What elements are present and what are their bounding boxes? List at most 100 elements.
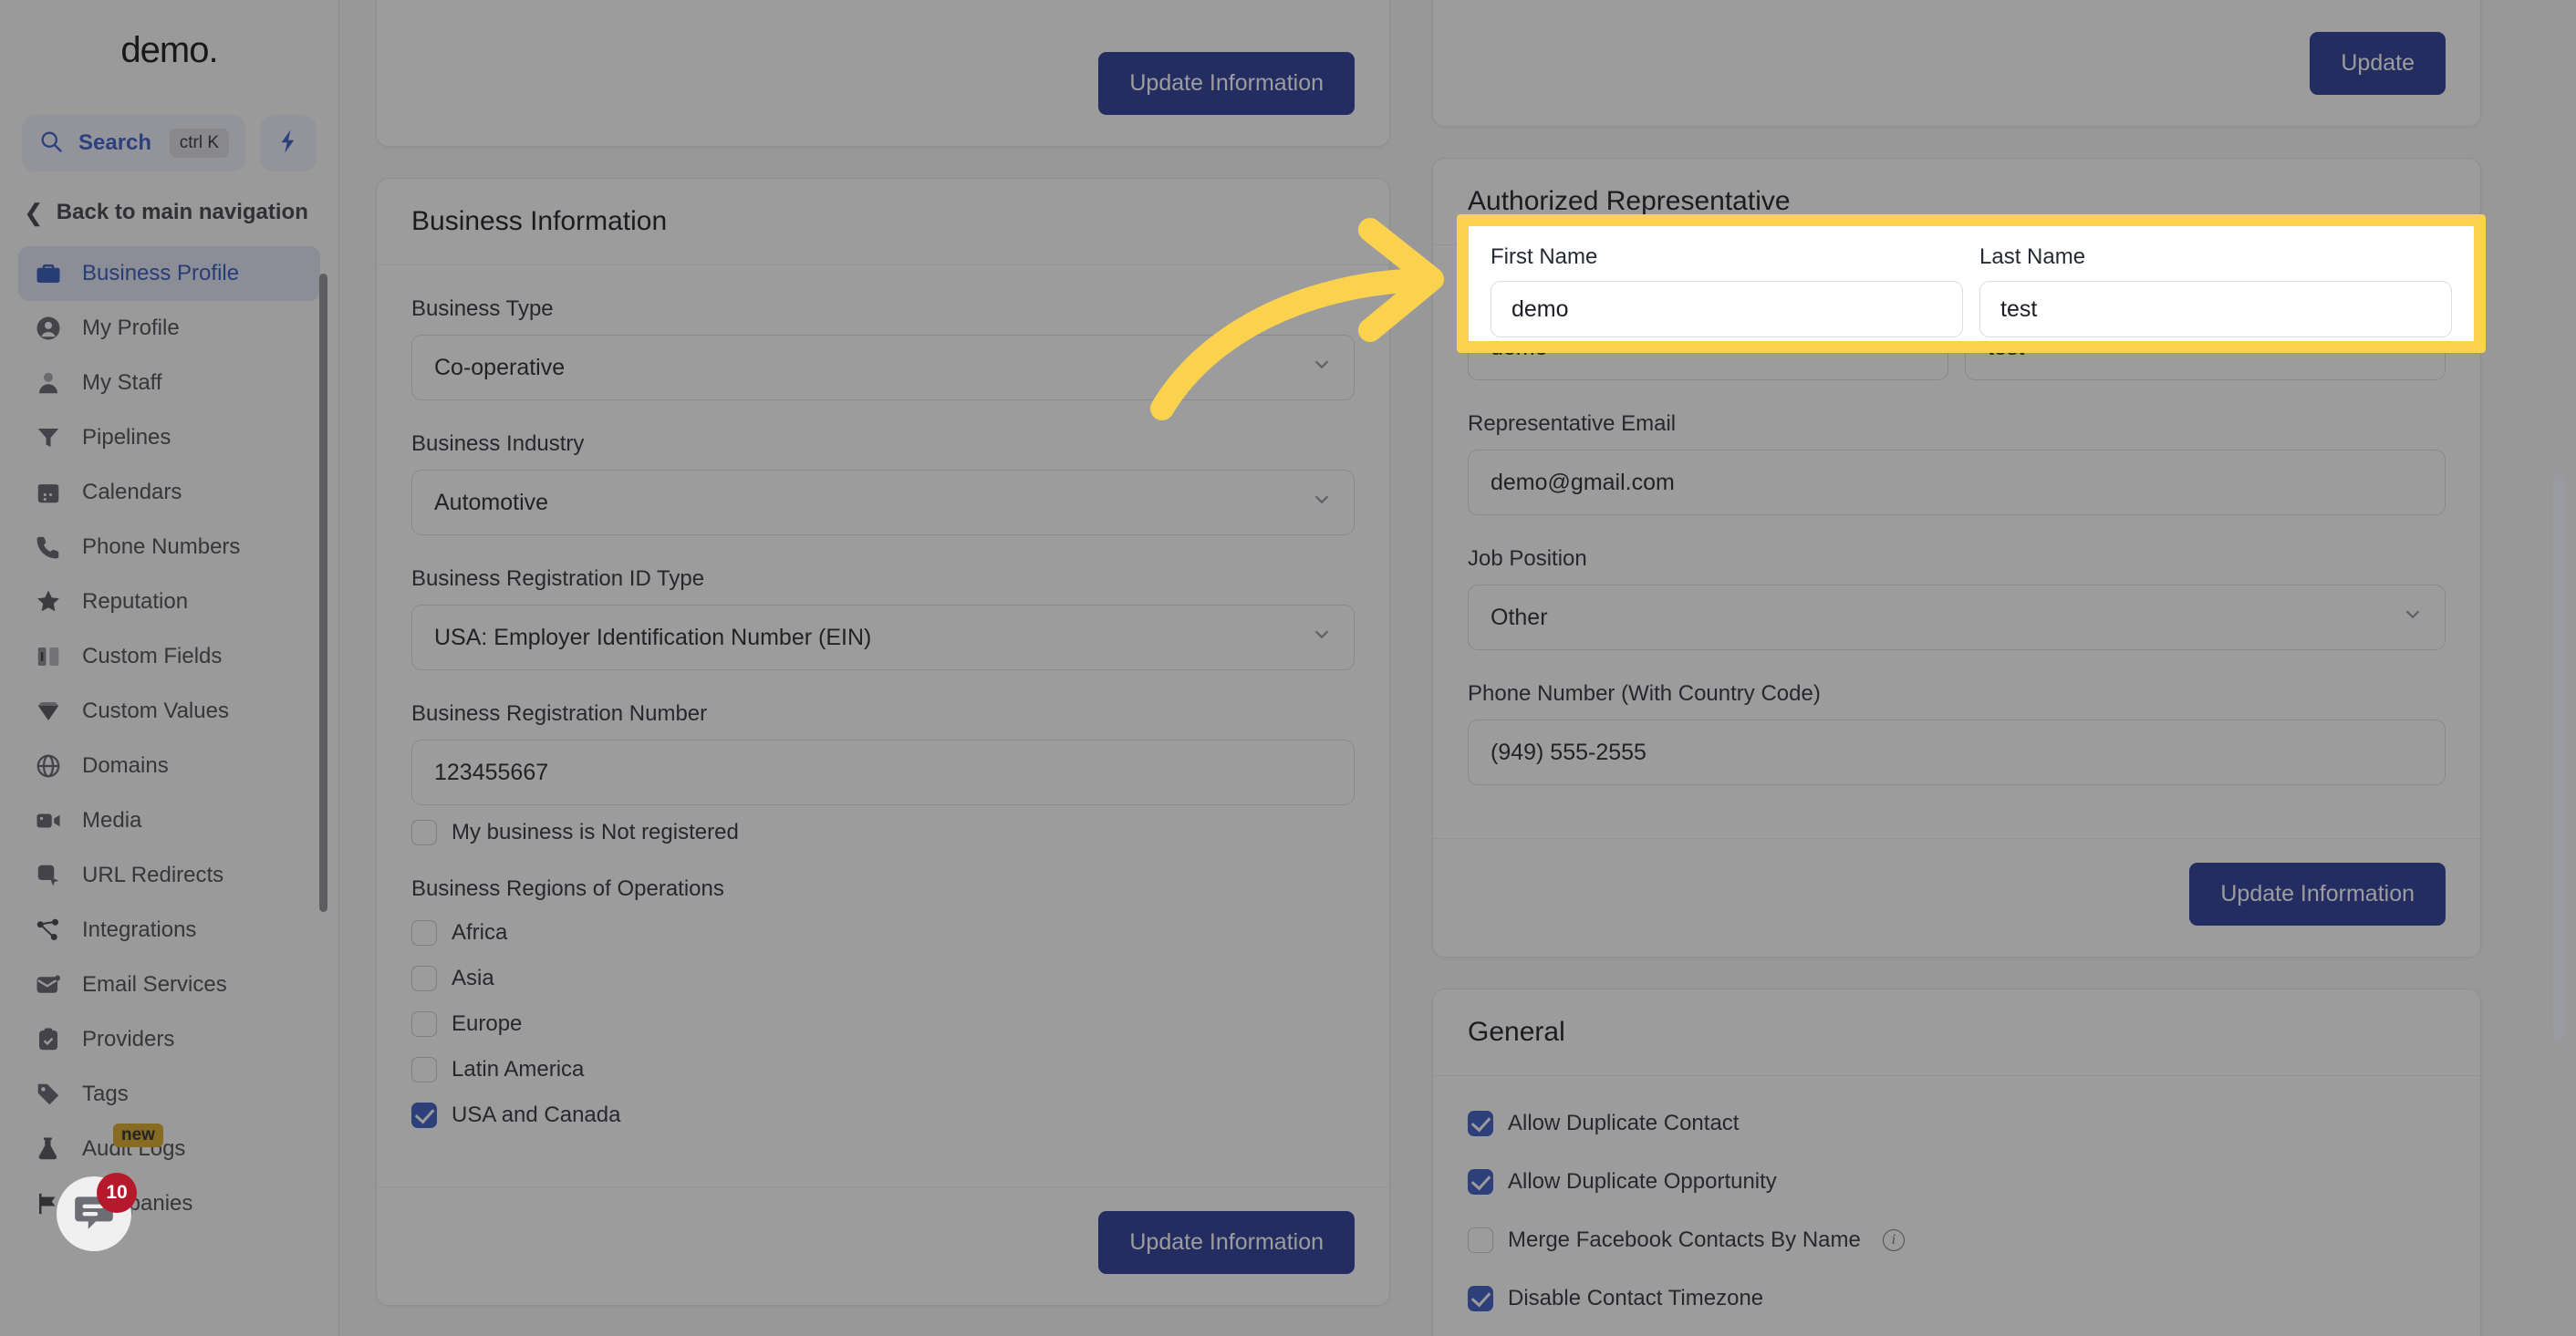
allow-duplicate-contact-checkbox[interactable] (1468, 1111, 1493, 1136)
region-europe-row[interactable]: Europe (411, 1011, 1355, 1037)
disable-contact-timezone-checkbox[interactable] (1468, 1286, 1493, 1311)
region-asia-checkbox[interactable] (411, 966, 437, 991)
sidebar-item-email-services[interactable]: Email Services (18, 958, 320, 1012)
general-option-label: Merge Facebook Contacts By Name (1508, 1227, 1861, 1252)
flask-icon (33, 1134, 64, 1165)
sidebar-item-custom-values[interactable]: Custom Values (18, 684, 320, 739)
cursor-click-icon (33, 860, 64, 891)
region-label: Europe (452, 1011, 523, 1036)
sidebar-item-reputation[interactable]: Reputation (18, 575, 320, 629)
sidebar-nav-list: Business Profile My Profile My Staff Pip… (0, 246, 338, 1231)
region-label: USA and Canada (452, 1103, 621, 1127)
columns-icon (33, 641, 64, 672)
general-title: General (1433, 989, 2480, 1076)
sidebar-item-label: Integrations (82, 917, 197, 942)
sidebar-item-domains[interactable]: Domains (18, 739, 320, 793)
update-button[interactable]: Update (2310, 32, 2446, 95)
sidebar-item-label: Pipelines (82, 425, 171, 450)
business-registration-number-input[interactable]: 123455667 (411, 740, 1355, 805)
user-circle-icon (33, 313, 64, 344)
sidebar-item-phone-numbers[interactable]: Phone Numbers (18, 520, 320, 575)
region-usa-canada-checkbox[interactable] (411, 1103, 437, 1128)
representative-email-input[interactable]: demo@gmail.com (1468, 450, 2446, 515)
page-scrollbar[interactable] (2553, 474, 2565, 1040)
not-registered-label: My business is Not registered (452, 820, 739, 844)
sidebar-item-label: Custom Values (82, 699, 229, 723)
first-name-value: demo (1511, 295, 1569, 322)
region-europe-checkbox[interactable] (411, 1011, 437, 1037)
region-africa-row[interactable]: Africa (411, 920, 1355, 946)
merge-facebook-contacts-row[interactable]: Merge Facebook Contacts By Name i (1468, 1227, 2446, 1253)
star-icon (33, 586, 64, 617)
allow-duplicate-opportunity-row[interactable]: Allow Duplicate Opportunity (1468, 1169, 2446, 1195)
sidebar-item-tags[interactable]: Tags (18, 1067, 320, 1122)
sidebar-item-calendars[interactable]: Calendars (18, 465, 320, 520)
last-name-value: test (2000, 295, 2038, 322)
last-name-input[interactable]: test (1979, 281, 2452, 337)
top-card-footer: Update Information (377, 28, 1389, 146)
region-latin-america-row[interactable]: Latin America (411, 1057, 1355, 1082)
job-position-select[interactable]: Other (1468, 585, 2446, 650)
sidebar-search-row: Search ctrl K (0, 115, 338, 171)
business-registration-number-value: 123455667 (434, 759, 549, 785)
chevron-down-icon (1310, 488, 1334, 518)
region-africa-checkbox[interactable] (411, 920, 437, 946)
sidebar-item-custom-fields[interactable]: Custom Fields (18, 629, 320, 684)
merge-facebook-contacts-checkbox[interactable] (1468, 1227, 1493, 1253)
share-nodes-icon (33, 915, 64, 946)
region-label: Latin America (452, 1057, 585, 1082)
general-option-label: Allow Duplicate Contact (1508, 1111, 1740, 1135)
not-registered-checkbox[interactable] (411, 820, 437, 845)
back-nav-label: Back to main navigation (56, 200, 308, 224)
allow-duplicate-opportunity-checkbox[interactable] (1468, 1169, 1493, 1195)
funnel-icon (33, 422, 64, 453)
not-registered-checkbox-row[interactable]: My business is Not registered (411, 820, 1355, 845)
update-information-button[interactable]: Update Information (1098, 1211, 1355, 1274)
business-information-footer: Update Information (377, 1186, 1389, 1305)
phone-number-field: Phone Number (With Country Code) (949) 5… (1468, 681, 2446, 785)
sidebar-item-integrations[interactable]: Integrations (18, 903, 320, 958)
info-icon[interactable]: i (1882, 1229, 1905, 1251)
search-input[interactable]: Search ctrl K (22, 115, 245, 171)
sidebar-item-media[interactable]: Media (18, 793, 320, 848)
quick-action-button[interactable] (260, 115, 317, 171)
sidebar-item-providers[interactable]: Providers (18, 1012, 320, 1067)
app-window: demo. Search ctrl K ❮ Back to main navig… (0, 0, 2576, 1336)
general-card: General Allow Duplicate Contact Allow Du… (1432, 989, 2481, 1336)
back-to-main-navigation[interactable]: ❮ Back to main navigation (0, 184, 338, 241)
search-shortcut-badge: ctrl K (169, 129, 229, 158)
search-icon (38, 129, 64, 159)
region-label: Asia (452, 966, 494, 990)
update-information-button[interactable]: Update Information (2189, 863, 2446, 926)
first-name-label: First Name (1491, 244, 1598, 269)
clipboard-check-icon (33, 1024, 64, 1055)
business-industry-select[interactable]: Automotive (411, 470, 1355, 535)
sidebar-item-url-redirects[interactable]: URL Redirects (18, 848, 320, 903)
region-usa-canada-row[interactable]: USA and Canada (411, 1103, 1355, 1128)
job-position-label: Job Position (1468, 546, 1587, 571)
update-information-button[interactable]: Update Information (1098, 52, 1355, 115)
brand-logo: demo. (0, 0, 338, 100)
chat-widget-button[interactable]: 10 (57, 1173, 137, 1251)
sidebar-item-business-profile[interactable]: Business Profile (18, 246, 320, 301)
allow-duplicate-contact-row[interactable]: Allow Duplicate Contact (1468, 1111, 2446, 1136)
search-placeholder: Search (78, 130, 152, 155)
region-asia-row[interactable]: Asia (411, 966, 1355, 991)
sidebar-item-label: My Profile (82, 316, 180, 340)
general-body: Allow Duplicate Contact Allow Duplicate … (1433, 1076, 2480, 1336)
general-option-label: Allow Duplicate Opportunity (1508, 1169, 1777, 1194)
phone-number-input[interactable]: (949) 555-2555 (1468, 720, 2446, 785)
first-name-input[interactable]: demo (1491, 281, 1963, 337)
disable-contact-timezone-row[interactable]: Disable Contact Timezone (1468, 1286, 2446, 1311)
region-latin-america-checkbox[interactable] (411, 1057, 437, 1082)
video-camera-icon (33, 805, 64, 836)
business-type-value: Co-operative (434, 354, 566, 380)
sidebar-item-label: Reputation (82, 589, 189, 614)
sidebar-item-audit-logs[interactable]: new Audit Logs (18, 1122, 320, 1176)
business-registration-id-type-select[interactable]: USA: Employer Identification Number (EIN… (411, 605, 1355, 670)
sidebar-item-my-staff[interactable]: My Staff (18, 356, 320, 410)
sidebar-item-my-profile[interactable]: My Profile (18, 301, 320, 356)
sidebar-scrollbar[interactable] (319, 274, 327, 912)
sidebar-item-pipelines[interactable]: Pipelines (18, 410, 320, 465)
sidebar-item-label: Custom Fields (82, 644, 223, 668)
